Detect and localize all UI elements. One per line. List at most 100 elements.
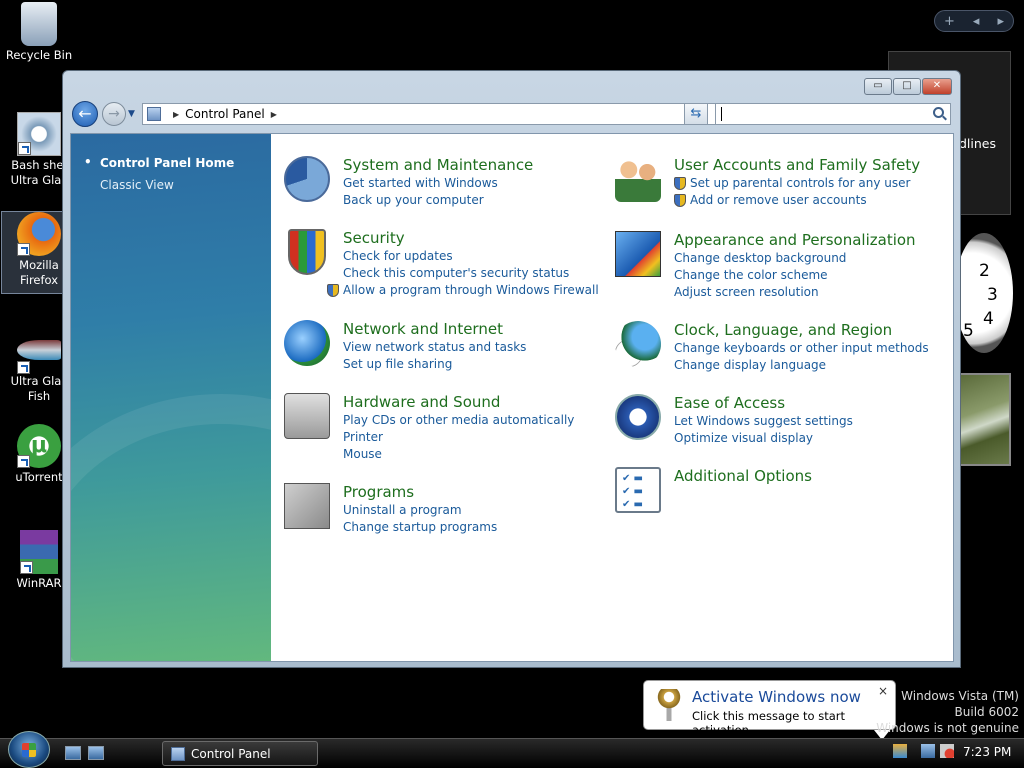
volume-muted-icon[interactable] bbox=[940, 744, 954, 758]
category-link[interactable]: Change display language bbox=[674, 357, 929, 374]
taskbar bbox=[0, 738, 1024, 768]
window-controls: ▭ □ ✕ bbox=[864, 78, 952, 95]
security-shield-icon bbox=[288, 229, 326, 275]
minimize-button[interactable]: ▭ bbox=[864, 78, 892, 95]
category-title[interactable]: Hardware and Sound bbox=[343, 393, 574, 412]
category-link[interactable]: Change keyboards or other input methods bbox=[674, 340, 929, 357]
category-link[interactable]: View network status and tasks bbox=[343, 339, 526, 356]
category-link[interactable]: Optimize visual display bbox=[674, 430, 853, 447]
category-link[interactable]: Change startup programs bbox=[343, 519, 497, 536]
shortcut-arrow-icon bbox=[17, 361, 30, 374]
previous-icon[interactable]: ◂ bbox=[973, 14, 980, 29]
desktop-icon-recycle-bin[interactable]: Recycle Bin bbox=[1, 2, 77, 63]
uac-shield-icon bbox=[674, 177, 686, 190]
category-link[interactable]: Check this computer's security status bbox=[343, 265, 599, 282]
users-icon bbox=[615, 156, 661, 202]
control-panel-window: ▭ □ ✕ ← → ▼ ▶ Control Panel ▶ ▼ ⇆ Contro… bbox=[62, 70, 961, 668]
shortcut-arrow-icon bbox=[17, 455, 30, 468]
next-icon[interactable]: ▸ bbox=[997, 14, 1004, 29]
taskbar-button-control-panel[interactable]: Control Panel bbox=[162, 741, 318, 766]
search-icon[interactable] bbox=[933, 107, 944, 118]
watermark-line: Build 6002 bbox=[954, 705, 1019, 719]
programs-box-icon bbox=[284, 483, 330, 529]
sidebar-gadget-controls[interactable]: + ◂ ▸ bbox=[934, 10, 1014, 32]
category-link[interactable]: Check for updates bbox=[343, 248, 599, 265]
desktop-icon-label: Recycle Bin bbox=[5, 48, 73, 62]
category-link[interactable]: Mouse bbox=[343, 446, 574, 463]
category-link[interactable]: Let Windows suggest settings bbox=[674, 413, 853, 430]
desktop-watermark: Windows Vista (TM) Build 6002 Windows is… bbox=[876, 688, 1019, 736]
category-link[interactable]: Set up file sharing bbox=[343, 356, 526, 373]
slideshow-gadget[interactable] bbox=[958, 373, 1011, 466]
taskbar-clock[interactable]: 7:23 PM bbox=[963, 745, 1011, 759]
category-title[interactable]: System and Maintenance bbox=[343, 156, 533, 175]
forward-arrow-icon: → bbox=[108, 106, 120, 122]
printer-speaker-icon bbox=[284, 393, 330, 439]
breadcrumb-separator-icon[interactable]: ▶ bbox=[271, 110, 277, 119]
address-bar[interactable]: ▶ Control Panel ▶ ▼ bbox=[142, 103, 770, 125]
clock-gadget[interactable]: 2 3 4 5 bbox=[955, 233, 1013, 353]
start-button[interactable] bbox=[8, 731, 50, 768]
sidebar-item-classic-view[interactable]: Classic View bbox=[100, 178, 174, 192]
category-link[interactable]: Uninstall a program bbox=[343, 502, 497, 519]
recent-pages-dropdown[interactable]: ▼ bbox=[128, 109, 135, 119]
category-title[interactable]: Additional Options bbox=[674, 467, 812, 486]
category-link[interactable]: Get started with Windows bbox=[343, 175, 533, 192]
show-desktop-icon[interactable] bbox=[65, 746, 81, 760]
category-link[interactable]: Back up your computer bbox=[343, 192, 533, 209]
checklist-icon bbox=[615, 467, 661, 513]
ease-of-access-icon bbox=[615, 394, 661, 440]
category-title[interactable]: Network and Internet bbox=[343, 320, 526, 339]
balloon-title: Activate Windows now bbox=[692, 688, 861, 706]
fish-icon bbox=[17, 340, 61, 374]
search-input[interactable] bbox=[715, 103, 951, 125]
category-link-uac[interactable]: Allow a program through Windows Firewall bbox=[327, 282, 599, 299]
category-title[interactable]: Ease of Access bbox=[674, 394, 853, 413]
firefox-icon bbox=[17, 212, 61, 256]
add-gadget-icon[interactable]: + bbox=[944, 14, 955, 29]
back-button[interactable]: ← bbox=[72, 101, 98, 127]
activation-balloon[interactable]: Activate Windows now Click this message … bbox=[643, 680, 896, 740]
category-link[interactable]: Printer bbox=[343, 429, 574, 446]
category-link-label: Add or remove user accounts bbox=[690, 193, 867, 207]
gear-icon bbox=[17, 112, 61, 156]
control-panel-icon bbox=[147, 107, 161, 121]
taskbar-button-label: Control Panel bbox=[191, 746, 271, 761]
category-title[interactable]: User Accounts and Family Safety bbox=[674, 156, 920, 175]
switch-windows-icon[interactable] bbox=[88, 746, 104, 760]
back-arrow-icon: ← bbox=[78, 104, 92, 123]
balloon-message: Click this message to start activation. bbox=[692, 709, 846, 737]
headlines-label: dlines bbox=[959, 136, 997, 151]
close-button[interactable]: ✕ bbox=[922, 78, 952, 95]
appearance-monitor-icon bbox=[615, 231, 661, 277]
refresh-button[interactable]: ⇆ bbox=[684, 103, 708, 125]
breadcrumb-separator-icon[interactable]: ▶ bbox=[173, 110, 179, 119]
category-link[interactable]: Change desktop background bbox=[674, 250, 916, 267]
task-pane: Control Panel Home Classic View bbox=[71, 134, 271, 661]
sidebar-item-control-panel-home[interactable]: Control Panel Home bbox=[84, 155, 234, 170]
activation-tray-icon[interactable] bbox=[893, 744, 907, 758]
category-title[interactable]: Programs bbox=[343, 483, 497, 502]
category-title[interactable]: Security bbox=[343, 229, 599, 248]
category-title[interactable]: Clock, Language, and Region bbox=[674, 321, 929, 340]
category-title[interactable]: Appearance and Personalization bbox=[674, 231, 916, 250]
forward-button[interactable]: → bbox=[102, 102, 126, 126]
category-link-uac[interactable]: Set up parental controls for any user bbox=[674, 175, 920, 192]
maximize-button[interactable]: □ bbox=[893, 78, 921, 95]
refresh-icon: ⇆ bbox=[690, 106, 702, 121]
control-panel-icon bbox=[171, 746, 185, 761]
category-link[interactable]: Adjust screen resolution bbox=[674, 284, 916, 301]
breadcrumb-control-panel[interactable]: Control Panel bbox=[185, 107, 265, 121]
recycle-bin-icon bbox=[21, 2, 57, 46]
category-link-uac[interactable]: Add or remove user accounts bbox=[674, 192, 920, 209]
category-link-label: Allow a program through Windows Firewall bbox=[343, 283, 599, 297]
system-maintenance-icon bbox=[284, 156, 330, 202]
category-link[interactable]: Play CDs or other media automatically bbox=[343, 412, 574, 429]
network-globe-icon bbox=[284, 320, 330, 366]
uac-shield-icon bbox=[327, 284, 339, 297]
network-tray-icon[interactable] bbox=[921, 744, 935, 758]
category-link-label: Set up parental controls for any user bbox=[690, 176, 911, 190]
clock-globe-icon bbox=[615, 321, 661, 367]
text-caret bbox=[721, 107, 722, 121]
category-link[interactable]: Change the color scheme bbox=[674, 267, 916, 284]
